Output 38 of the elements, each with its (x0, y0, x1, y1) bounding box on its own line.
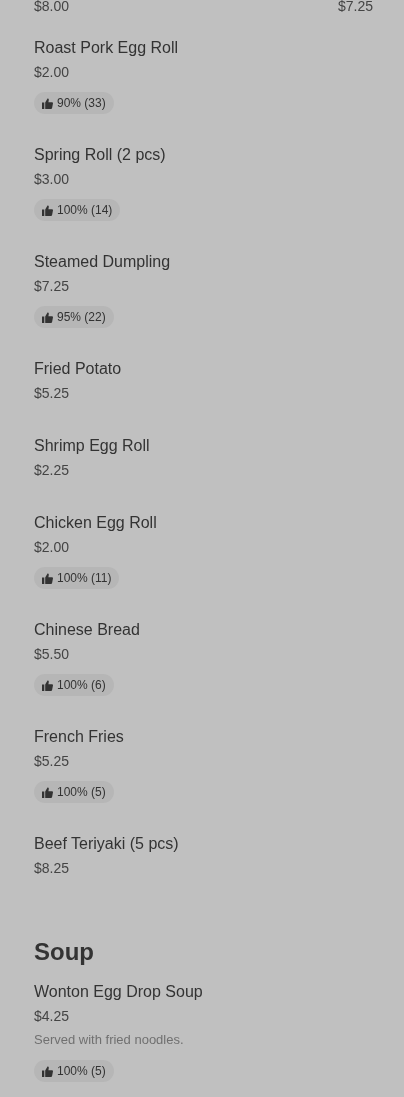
thumbs-up-icon (42, 786, 53, 798)
rating-badge: 95% (22) (34, 306, 114, 328)
thumbs-up-icon (42, 1065, 53, 1077)
thumbs-up-icon (42, 204, 53, 216)
item-name: Spring Roll (2 pcs) (34, 145, 166, 165)
item-name: Chinese Bread (34, 620, 140, 640)
rating-badge: 100% (5) (34, 1060, 114, 1082)
item-price: $5.25 (34, 752, 70, 771)
item-name: Fried Potato (34, 359, 122, 379)
item-name: Steamed Dumpling (34, 252, 171, 272)
item-price: $8.00 (34, 0, 70, 16)
item-price: $8.25 (34, 859, 70, 878)
item-price: $4.25 (34, 1007, 70, 1026)
thumbs-up-icon (42, 572, 53, 584)
item-name: Shrimp Egg Roll (34, 436, 150, 456)
item-price: $5.25 (34, 384, 70, 403)
item-name: French Fries (34, 727, 124, 747)
item-description: Served with fried noodles. (34, 1031, 184, 1049)
item-price: $7.25 (34, 277, 70, 296)
rating-badge: 100% (14) (34, 199, 121, 221)
thumbs-up-icon (42, 679, 53, 691)
item-price: $2.00 (34, 538, 70, 557)
thumbs-up-icon (42, 311, 53, 323)
item-price: $3.00 (34, 170, 70, 189)
item-price: $2.00 (34, 63, 70, 82)
section-heading: Soup (34, 937, 95, 967)
rating-badge: 90% (33) (34, 92, 114, 114)
rating-badge: 100% (6) (34, 674, 114, 696)
item-name: Chicken Egg Roll (34, 513, 157, 533)
item-price: $2.25 (34, 461, 70, 480)
item-name: Beef Teriyaki (5 pcs) (34, 834, 179, 854)
thumbs-up-icon (42, 97, 53, 109)
item-price: $7.25 (337, 0, 373, 16)
item-name: Roast Pork Egg Roll (34, 38, 179, 58)
rating-badge: 100% (5) (34, 781, 114, 803)
rating-badge: 100% (11) (34, 567, 120, 589)
item-price: $5.50 (34, 645, 70, 664)
item-name: Wonton Egg Drop Soup (34, 982, 203, 1002)
